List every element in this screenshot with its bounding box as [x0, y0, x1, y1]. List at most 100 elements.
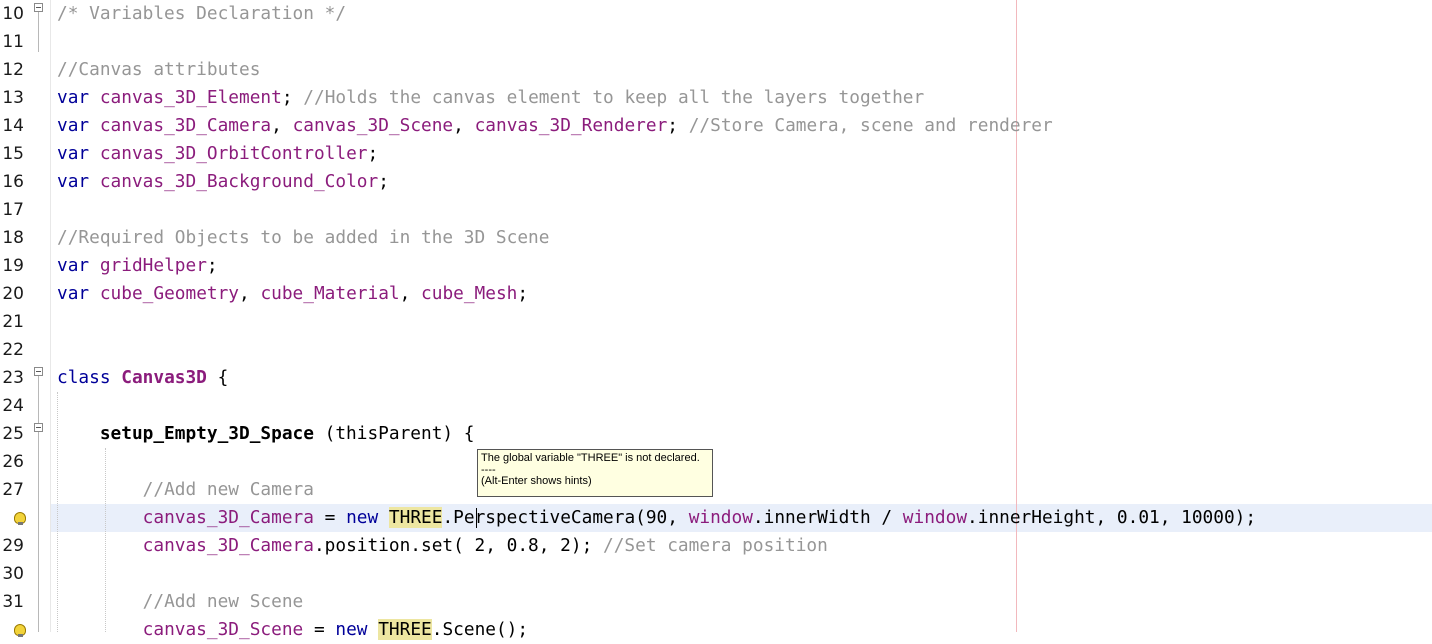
comment: /* Variables Declaration */	[57, 3, 347, 24]
fold-guide-line	[38, 12, 39, 52]
variable: canvas_3D_Scene	[292, 115, 454, 136]
line-number: 30	[2, 564, 24, 584]
code-line-31[interactable]: //Add new Scene	[57, 588, 304, 616]
method-name: setup_Empty_3D_Space	[99, 423, 314, 444]
punctuation: {	[206, 367, 229, 388]
lightbulb-warning-icon[interactable]	[14, 624, 26, 637]
code-line-12[interactable]: //Canvas attributes	[57, 56, 260, 84]
punctuation: .PerspectiveCamera(90,	[442, 507, 689, 528]
undeclared-global-mark[interactable]: THREE	[378, 619, 432, 640]
line-number: 25	[2, 424, 24, 444]
keyword: var	[57, 283, 90, 304]
comment: //Store Camera, scene and renderer	[688, 115, 1053, 136]
line-number: 23	[2, 368, 24, 388]
lightbulb-warning-icon[interactable]	[14, 512, 26, 525]
editor-gutter[interactable]: 10 11 12 13 14 15 16 17 18 19 20 21 22 2…	[0, 0, 51, 637]
line-number: 20	[2, 284, 24, 304]
punctuation: ;	[281, 87, 293, 108]
line-number: 10	[2, 4, 24, 24]
line-number: 29	[2, 536, 24, 556]
keyword: var	[57, 87, 90, 108]
punctuation: =	[313, 507, 347, 528]
variable: window	[688, 507, 753, 528]
comment: //Set camera position	[603, 535, 828, 556]
code-line-20[interactable]: var cube_Geometry, cube_Material, cube_M…	[57, 280, 528, 308]
code-line-23[interactable]: class Canvas3D {	[57, 364, 228, 392]
code-line-18[interactable]: //Required Objects to be added in the 3D…	[57, 224, 549, 252]
code-line-32[interactable]: canvas_3D_Scene = new THREE.Scene();	[57, 616, 528, 644]
code-line-13[interactable]: var canvas_3D_Element; //Holds the canva…	[57, 84, 924, 112]
keyword: var	[57, 171, 90, 192]
code-line-25[interactable]: setup_Empty_3D_Space (thisParent) {	[57, 420, 475, 448]
punctuation: ,	[453, 115, 475, 136]
keyword: new	[335, 619, 368, 640]
punctuation: =	[303, 619, 336, 640]
punctuation: ;	[667, 115, 678, 136]
code-line-10[interactable]: /* Variables Declaration */	[57, 0, 346, 28]
variable: cube_Material	[260, 283, 400, 304]
punctuation: ;	[517, 283, 529, 304]
punctuation: ,	[271, 115, 293, 136]
code-line-27[interactable]: //Add new Camera	[57, 476, 314, 504]
undeclared-global-mark[interactable]: THREE	[388, 507, 443, 528]
keyword: new	[346, 507, 379, 528]
line-number: 12	[2, 60, 24, 80]
tooltip-message: The global variable "THREE" is not decla…	[481, 452, 700, 464]
line-number: 14	[2, 116, 24, 136]
code-line-29[interactable]: canvas_3D_Camera.position.set( 2, 0.8, 2…	[57, 532, 828, 560]
punctuation: ;	[367, 143, 379, 164]
variable: cube_Mesh	[421, 283, 518, 304]
code-line-16[interactable]: var canvas_3D_Background_Color;	[57, 168, 389, 196]
line-number: 17	[2, 200, 24, 220]
line-number: 19	[2, 256, 24, 276]
fold-guide-line	[38, 376, 39, 632]
code-line-28[interactable]: canvas_3D_Camera = new THREE.Perspective…	[57, 504, 1256, 532]
text-caret	[476, 508, 477, 528]
comment: //Required Objects to be added in the 3D…	[57, 227, 550, 248]
punctuation: (thisParent) {	[313, 423, 475, 444]
keyword: class	[57, 367, 111, 388]
fold-collapse-icon[interactable]	[34, 367, 43, 376]
punctuation: .innerWidth /	[752, 507, 903, 528]
fold-collapse-icon[interactable]	[34, 3, 43, 12]
line-number: 13	[2, 88, 24, 108]
variable: canvas_3D_Element	[99, 87, 282, 108]
variable: canvas_3D_Renderer	[474, 115, 668, 136]
variable: cube_Geometry	[99, 283, 240, 304]
tooltip-separator: ----	[481, 464, 496, 476]
variable: canvas_3D_Background_Color	[99, 171, 379, 192]
line-number: 22	[2, 340, 24, 360]
line-number: 31	[2, 592, 24, 612]
code-line-14[interactable]: var canvas_3D_Camera, canvas_3D_Scene, c…	[57, 112, 1053, 140]
variable: window	[902, 507, 968, 528]
hint-tooltip: The global variable "THREE" is not decla…	[477, 449, 713, 497]
keyword: var	[57, 143, 90, 164]
keyword: var	[57, 255, 90, 276]
line-number: 11	[2, 32, 24, 52]
variable: canvas_3D_Camera	[142, 535, 314, 556]
punctuation: ;	[206, 255, 218, 276]
right-margin-guide	[1016, 0, 1017, 632]
variable: canvas_3D_Scene	[142, 619, 304, 640]
code-line-15[interactable]: var canvas_3D_OrbitController;	[57, 140, 378, 168]
line-number: 16	[2, 172, 24, 192]
line-number: 18	[2, 228, 24, 248]
code-line-19[interactable]: var gridHelper;	[57, 252, 218, 280]
fold-collapse-icon[interactable]	[34, 423, 43, 432]
comment: //Add new Scene	[142, 591, 304, 612]
line-number: 21	[2, 312, 24, 332]
punctuation: ;	[378, 171, 389, 192]
line-number: 27	[2, 480, 24, 500]
line-number: 24	[2, 396, 24, 416]
punctuation: ,	[399, 283, 422, 304]
comment: //Canvas attributes	[57, 59, 261, 80]
punctuation: .Scene();	[431, 619, 529, 640]
tooltip-shortcut-hint: (Alt-Enter shows hints)	[481, 475, 592, 487]
punctuation: ,	[239, 283, 261, 304]
variable: canvas_3D_Camera	[99, 115, 272, 136]
comment: //Holds the canvas element to keep all t…	[303, 87, 925, 108]
keyword: var	[57, 115, 90, 136]
line-number: 15	[2, 144, 24, 164]
class-name: Canvas3D	[121, 367, 207, 388]
variable: canvas_3D_Camera	[142, 507, 314, 528]
